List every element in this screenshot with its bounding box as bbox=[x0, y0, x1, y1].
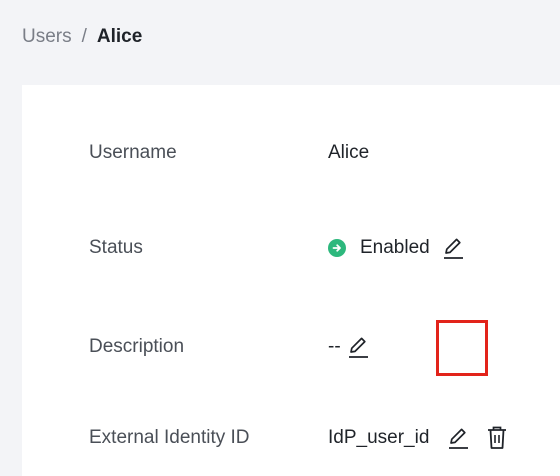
status-value-container: Enabled bbox=[328, 228, 466, 268]
description-value: -- bbox=[328, 336, 341, 357]
username-row: Username Alice bbox=[22, 133, 560, 173]
username-label: Username bbox=[89, 142, 177, 163]
edit-status-icon[interactable] bbox=[440, 233, 466, 263]
breadcrumb-separator: / bbox=[81, 26, 87, 47]
external-identity-value: IdP_user_id bbox=[328, 427, 430, 448]
edit-external-identity-icon[interactable] bbox=[445, 423, 471, 453]
description-value-container: -- bbox=[328, 327, 371, 367]
status-value: Enabled bbox=[360, 237, 430, 258]
external-identity-row: External Identity ID IdP_user_id bbox=[22, 418, 560, 458]
external-identity-value-container: IdP_user_id bbox=[328, 418, 509, 458]
highlight-box bbox=[436, 320, 488, 376]
breadcrumb-users-link[interactable]: Users bbox=[22, 26, 72, 48]
breadcrumb-current: Alice bbox=[96, 26, 143, 47]
status-row: Status Enabled bbox=[22, 228, 560, 268]
description-label: Description bbox=[89, 336, 185, 357]
user-detail-card: Username Alice Status Enabled Descriptio… bbox=[22, 85, 560, 476]
username-value-container: Alice bbox=[328, 133, 369, 173]
edit-description-icon[interactable] bbox=[345, 332, 371, 362]
arrow-right-circle-icon bbox=[328, 239, 346, 257]
username-value: Alice bbox=[328, 142, 370, 163]
external-identity-label: External Identity ID bbox=[89, 427, 250, 448]
delete-external-identity-icon[interactable] bbox=[485, 423, 509, 453]
status-label: Status bbox=[89, 237, 143, 258]
breadcrumb: Users / Alice bbox=[22, 26, 142, 48]
